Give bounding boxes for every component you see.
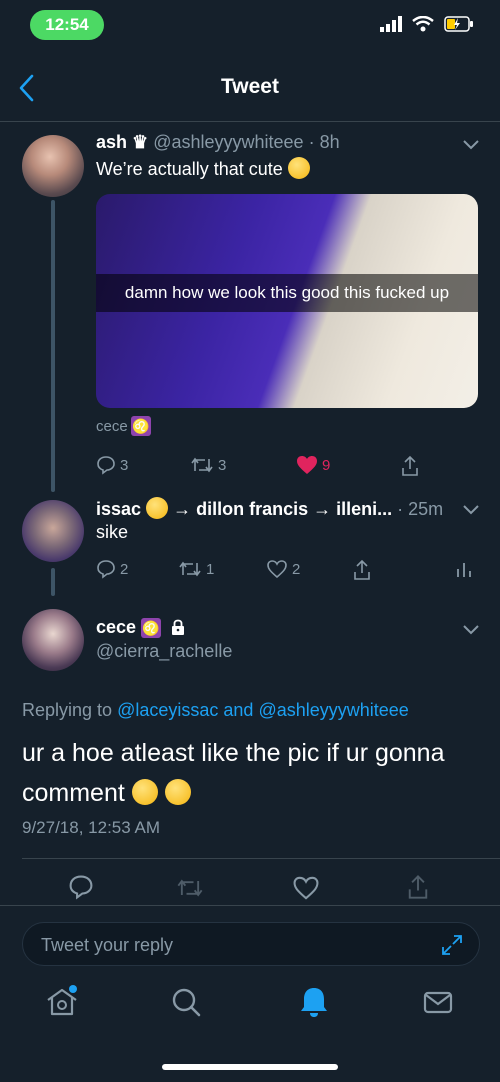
tweet2-text: sike <box>96 522 129 542</box>
retweet-icon <box>179 561 201 577</box>
reply-icon[interactable] <box>68 874 94 900</box>
like-button[interactable]: 9 <box>296 455 330 475</box>
tweet1-handle[interactable]: @ashleyyywhiteee <box>153 132 303 152</box>
share-icon[interactable] <box>406 874 430 900</box>
tab-notifications[interactable] <box>294 982 334 1022</box>
reply-button[interactable]: 3 <box>96 455 128 475</box>
tweet3-header: cece ♌ <box>96 617 186 638</box>
tweet1-header: ash ♛ @ashleyyywhiteee · 8h <box>96 132 340 153</box>
retweet-icon[interactable] <box>176 876 204 900</box>
eye-roll-emoji-icon <box>131 779 158 805</box>
leo-zodiac-icon: ♌ <box>141 618 162 638</box>
tweet3-name[interactable]: cece <box>96 617 136 637</box>
heart-outline-icon <box>267 560 287 579</box>
nav-bar: Tweet <box>0 55 500 122</box>
tweet1-age: 8h <box>319 132 340 152</box>
avatar-issac[interactable] <box>22 500 84 562</box>
tweet1-image[interactable]: damn how we look this good this fucked u… <box>96 194 478 408</box>
tweet3-handle[interactable]: @cierra_rachelle <box>96 641 232 662</box>
replying-user-1[interactable]: @laceyissac <box>117 700 218 720</box>
reply-icon <box>97 560 115 579</box>
tab-messages[interactable] <box>418 982 458 1022</box>
tagged-user-name: cece <box>96 417 128 435</box>
tweet1-tagged-user[interactable]: cece ♌ <box>96 416 151 436</box>
avatar-cece[interactable] <box>22 609 84 671</box>
share-icon <box>402 455 418 476</box>
tweet2-age: 25m <box>408 499 444 519</box>
replying-and: and <box>223 700 254 720</box>
bell-icon <box>301 988 327 1017</box>
expand-icon[interactable] <box>441 934 463 956</box>
tweet2-chevron-down-icon[interactable] <box>462 503 480 515</box>
lock-icon <box>172 619 185 635</box>
reply-icon <box>97 456 115 475</box>
status-time: 12:54 <box>30 10 104 40</box>
tweet1-text: We’re actually that cute <box>96 159 283 179</box>
share-button-2[interactable] <box>352 559 372 581</box>
heart-filled-icon <box>297 456 317 474</box>
thread-line-2 <box>51 568 55 596</box>
zany-face-emoji-icon <box>287 157 310 179</box>
tweet1-actions: 3 3 9 <box>96 455 476 481</box>
tab-home[interactable] <box>42 982 82 1022</box>
tweet3-chevron-down-icon[interactable] <box>462 623 480 635</box>
tweet2-name[interactable]: issac <box>96 499 141 519</box>
tweet1-name[interactable]: ash <box>96 132 127 152</box>
image-caption: damn how we look this good this fucked u… <box>96 274 478 312</box>
reply-count-2: 2 <box>120 560 129 578</box>
replying-user-2[interactable]: @ashleyyywhiteee <box>258 700 408 720</box>
share-button[interactable] <box>400 455 420 477</box>
tweet3-actions <box>0 870 500 906</box>
tweet2-header-rest: → dillon francis → illeni... <box>173 499 393 519</box>
heart-outline-icon[interactable] <box>292 875 320 901</box>
tweet3-text-block: ur a hoe atleast like the pic if ur gonn… <box>22 733 482 813</box>
home-indicator <box>162 1064 338 1070</box>
heart-eyes-emoji-icon <box>146 497 169 519</box>
page-title: Tweet <box>221 75 279 98</box>
leo-zodiac-icon: ♌ <box>130 416 151 436</box>
avatar-ash[interactable] <box>22 135 84 197</box>
retweet-button[interactable]: 3 <box>190 455 226 475</box>
tweet1-text-row: We’re actually that cute <box>96 157 310 180</box>
search-icon <box>172 988 201 1017</box>
battery-charging-icon <box>444 16 473 32</box>
tweet3-text: ur a hoe atleast like the pic if ur gonn… <box>22 739 445 807</box>
reply-bar <box>0 905 500 1076</box>
like-count-2: 2 <box>292 560 301 578</box>
wifi-icon <box>412 16 434 32</box>
reply-button-2[interactable]: 2 <box>96 559 128 579</box>
retweet-count-2: 1 <box>206 560 215 578</box>
status-bar: 12:54 <box>0 0 500 50</box>
tweet2-header: issac → dillon francis → illeni... · 25m <box>96 497 443 520</box>
retweet-icon <box>191 457 213 473</box>
tweet3-timestamp: 9/27/18, 12:53 AM <box>22 818 160 837</box>
divider <box>22 858 500 859</box>
analytics-button[interactable] <box>456 559 472 579</box>
like-count: 9 <box>322 456 331 474</box>
replying-prefix: Replying to <box>22 700 113 720</box>
mail-icon <box>423 991 453 1014</box>
like-button-2[interactable]: 2 <box>266 559 300 579</box>
reply-input-container <box>22 922 480 967</box>
tweet2-actions: 2 1 2 <box>96 559 476 585</box>
home-icon <box>47 985 77 1016</box>
tab-bar <box>0 982 500 1032</box>
crown-icon: ♛ <box>132 132 149 152</box>
share-icon <box>354 559 370 580</box>
thread-line <box>51 200 55 492</box>
tweet1-chevron-down-icon[interactable] <box>462 138 480 150</box>
tweet2-separator: · <box>397 499 404 519</box>
tab-search[interactable] <box>166 982 206 1022</box>
tweet1-separator: · <box>308 132 315 152</box>
status-icons <box>380 16 474 32</box>
replying-to: Replying to @laceyissac and @ashleyyywhi… <box>22 700 409 721</box>
reply-count: 3 <box>120 456 129 474</box>
expressionless-emoji-icon <box>164 779 191 805</box>
signal-icon <box>380 16 402 32</box>
analytics-icon <box>457 563 471 577</box>
retweet-count: 3 <box>218 456 227 474</box>
retweet-button-2[interactable]: 1 <box>178 559 214 579</box>
reply-input[interactable] <box>39 923 423 967</box>
